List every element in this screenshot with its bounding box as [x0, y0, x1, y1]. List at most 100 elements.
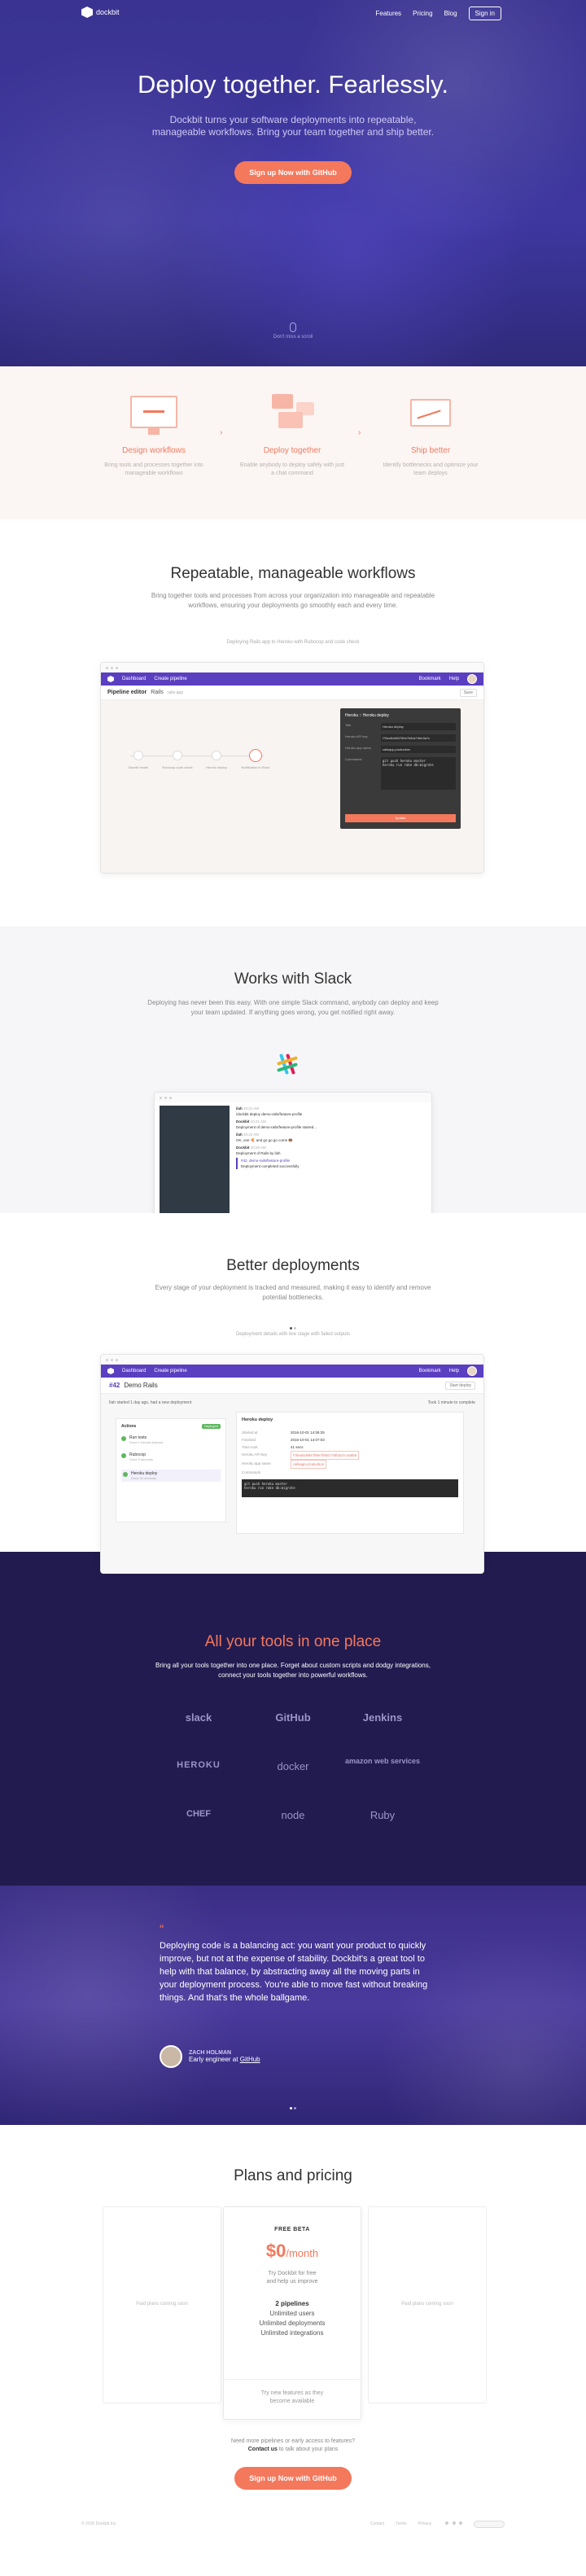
stage-node[interactable]: [133, 751, 143, 760]
plan-placeholder-text: Paid plans coming soon: [401, 2302, 453, 2307]
aws-logo: amazon web services: [344, 1757, 421, 1765]
message-user: Dockbit: [236, 1119, 250, 1124]
nav-dashboard[interactable]: Dashboard: [122, 677, 146, 681]
stage-label: Notification in Slack: [241, 765, 270, 769]
start-deploy-button[interactable]: Start deploy: [445, 1381, 475, 1390]
detail-label: Time took: [242, 1445, 258, 1449]
logo-icon: [107, 1368, 114, 1374]
check-icon: [123, 1472, 128, 1477]
testimonial-background-image: [0, 1886, 586, 2125]
nav-dashboard[interactable]: Dashboard: [122, 1369, 146, 1373]
scroll-indicator[interactable]: Don't miss a scroll: [0, 322, 586, 340]
deploy-together-illustration: [239, 391, 345, 440]
plan-feature: 2 pipelines: [275, 2300, 309, 2307]
nav-bookmark[interactable]: Bookmark: [419, 1369, 441, 1373]
app-navbar: Dashboard Create pipeline Bookmark Help: [101, 672, 483, 686]
footer-link-terms[interactable]: Terms: [396, 2521, 407, 2526]
feature-title: Design workflows: [122, 446, 186, 455]
deploy-number: #42: [109, 1382, 120, 1389]
stage-settings-panel: Heroku :: Heroku deploy Title Heroku depl…: [340, 708, 461, 829]
feature-text: Enable anybody to deploy safely with jus…: [239, 462, 345, 476]
hero-section: dockbit Features Pricing Blog Sign in De…: [0, 0, 586, 366]
commands-textarea[interactable]: git push heroku master heroku run rake d…: [381, 757, 456, 790]
detail-value: railsapp-production: [291, 1460, 327, 1469]
detail-label: Heroku app name: [242, 1461, 271, 1465]
stage-node[interactable]: [173, 751, 182, 760]
action-item[interactable]: Run tests Done 1 minute elapsed: [121, 1435, 221, 1444]
deployments-section: Better deployments Every stage of your d…: [0, 1213, 586, 1573]
brand-name: dockbit: [96, 8, 120, 16]
check-icon: [121, 1453, 126, 1458]
hero-title: Deploy together. Fearlessly.: [138, 70, 448, 99]
message-time: 10:25 AM: [250, 1146, 266, 1150]
update-button[interactable]: Update: [345, 814, 456, 822]
nav-link-pricing[interactable]: Pricing: [413, 10, 432, 17]
section-title: Repeatable, manageable workflows: [170, 565, 416, 582]
feature-deploy: Deploy together Enable anybody to deploy…: [239, 391, 345, 478]
hero-signup-button[interactable]: Sign up Now with GitHub: [234, 161, 352, 184]
author-role: Early engineer at: [189, 2056, 238, 2063]
nav-help[interactable]: Help: [449, 1369, 459, 1373]
heroku-logo: HEROKU: [177, 1760, 221, 1770]
copyright: © 2016 Dockbit Inc.: [81, 2521, 117, 2526]
brand-logo[interactable]: dockbit: [81, 7, 120, 18]
stage-label: Heroku deploy: [206, 765, 227, 769]
stage-node-active[interactable]: [249, 749, 262, 762]
message-attachment-title[interactable]: #42, demo-rails/feature-profile: [241, 1158, 423, 1163]
logo-icon: [107, 676, 114, 682]
subscribe-input[interactable]: [474, 2520, 505, 2528]
avatar[interactable]: [467, 674, 477, 684]
footer-link-privacy[interactable]: Privacy: [418, 2521, 431, 2526]
window-dots: [155, 1093, 431, 1102]
slack-sidebar: [160, 1106, 230, 1213]
action-item[interactable]: Rubocop Done 5 seconds: [121, 1452, 221, 1461]
panel-row-value[interactable]: Heroku deploy: [381, 723, 456, 730]
nav-bookmark[interactable]: Bookmark: [419, 677, 441, 681]
avatar[interactable]: [467, 1366, 477, 1376]
save-button[interactable]: Save: [459, 688, 477, 697]
feature-text: Identify bottlenecks and optimize your t…: [383, 462, 479, 476]
message-text: OK, one 🍕 and go go go come 🍩: [236, 1138, 293, 1142]
plan-card-placeholder: Paid plans coming soon: [103, 2206, 221, 2403]
nav-link-blog[interactable]: Blog: [444, 10, 457, 17]
panel-row-value[interactable]: railsapp-production: [381, 746, 456, 753]
panel-row-value[interactable]: f76ea5c884789e7b8dc74bb3a7c: [381, 734, 456, 742]
footer-link-contact[interactable]: Contact: [370, 2521, 384, 2526]
sign-in-button[interactable]: Sign in: [468, 7, 501, 20]
nav-link-features[interactable]: Features: [375, 10, 401, 17]
action-item-selected[interactable]: Heroku deploy Done 41 seconds: [121, 1470, 221, 1482]
testimonial-text: Deploying code is a balancing act: you w…: [160, 1941, 428, 2003]
message-user: ilah: [236, 1106, 243, 1111]
contact-us-link[interactable]: Contact us: [248, 2447, 278, 2452]
testimonial-section: “ Deploying code is a balancing act: you…: [0, 1886, 586, 2125]
stage-node[interactable]: [212, 751, 221, 760]
window-dots: [101, 1355, 483, 1365]
plan-name: FREE BETA: [274, 2227, 310, 2232]
stage-label: Rubocop code check: [162, 765, 193, 769]
message-text: /dockbit deploy demo-rails/feature-profi…: [236, 1112, 303, 1116]
stage-label: Bundle install: [129, 765, 148, 769]
detail-label: Started at: [242, 1430, 258, 1435]
message-time: 10:21 AM: [250, 1119, 266, 1124]
twitter-icon[interactable]: [445, 2521, 449, 2525]
section-text: Deploying has never been this easy. With…: [147, 999, 439, 1016]
nav-create-pipeline[interactable]: Create pipeline: [154, 677, 186, 681]
carousel-dots[interactable]: [0, 2099, 586, 2114]
detail-value: f76ea5c884789e7b8dc74bb3a7c4a5b6: [291, 1451, 360, 1460]
facebook-icon[interactable]: [452, 2521, 456, 2525]
author-company-link[interactable]: GitHub: [240, 2056, 260, 2063]
commands-output: git push heroku master heroku run rake d…: [242, 1479, 458, 1497]
section-text: Bring together tools and processes from …: [151, 592, 435, 609]
nav-create-pipeline[interactable]: Create pipeline: [154, 1369, 186, 1373]
panel-row-label: Heroku API key: [345, 734, 368, 738]
action-sub: Done 1 minute elapsed: [129, 1440, 164, 1444]
window-dots: [101, 663, 483, 672]
actions-list: Actions Deployed Run tests Done 1 minute e…: [116, 1418, 226, 1522]
deploy-status: Ilah started 1 day ago, had a new deploy…: [109, 1400, 192, 1405]
pricing-signup-button[interactable]: Sign up Now with GitHub: [234, 2467, 352, 2490]
check-icon: [121, 1436, 126, 1441]
nav-help[interactable]: Help: [449, 677, 459, 681]
plan-feature: Unlimited users: [269, 2310, 315, 2317]
slack-chat-screenshot: ilah 10:21 AM/dockbit deploy demo-rails/…: [155, 1093, 431, 1213]
linkedin-icon[interactable]: [459, 2521, 462, 2525]
